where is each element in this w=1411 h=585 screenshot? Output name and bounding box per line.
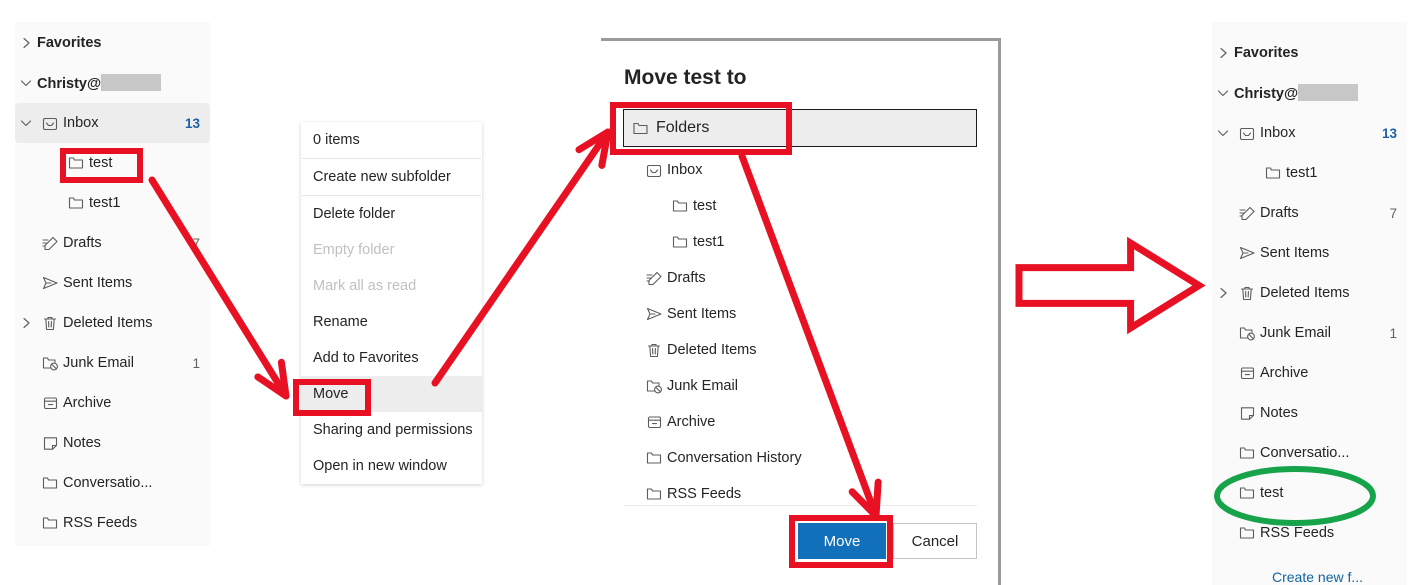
- box-folders-row: [610, 102, 792, 155]
- box-test-folder: [60, 148, 143, 183]
- annotation-boxes: [0, 0, 1411, 585]
- box-move-button: [789, 515, 893, 568]
- box-move-menu-item: [293, 379, 371, 416]
